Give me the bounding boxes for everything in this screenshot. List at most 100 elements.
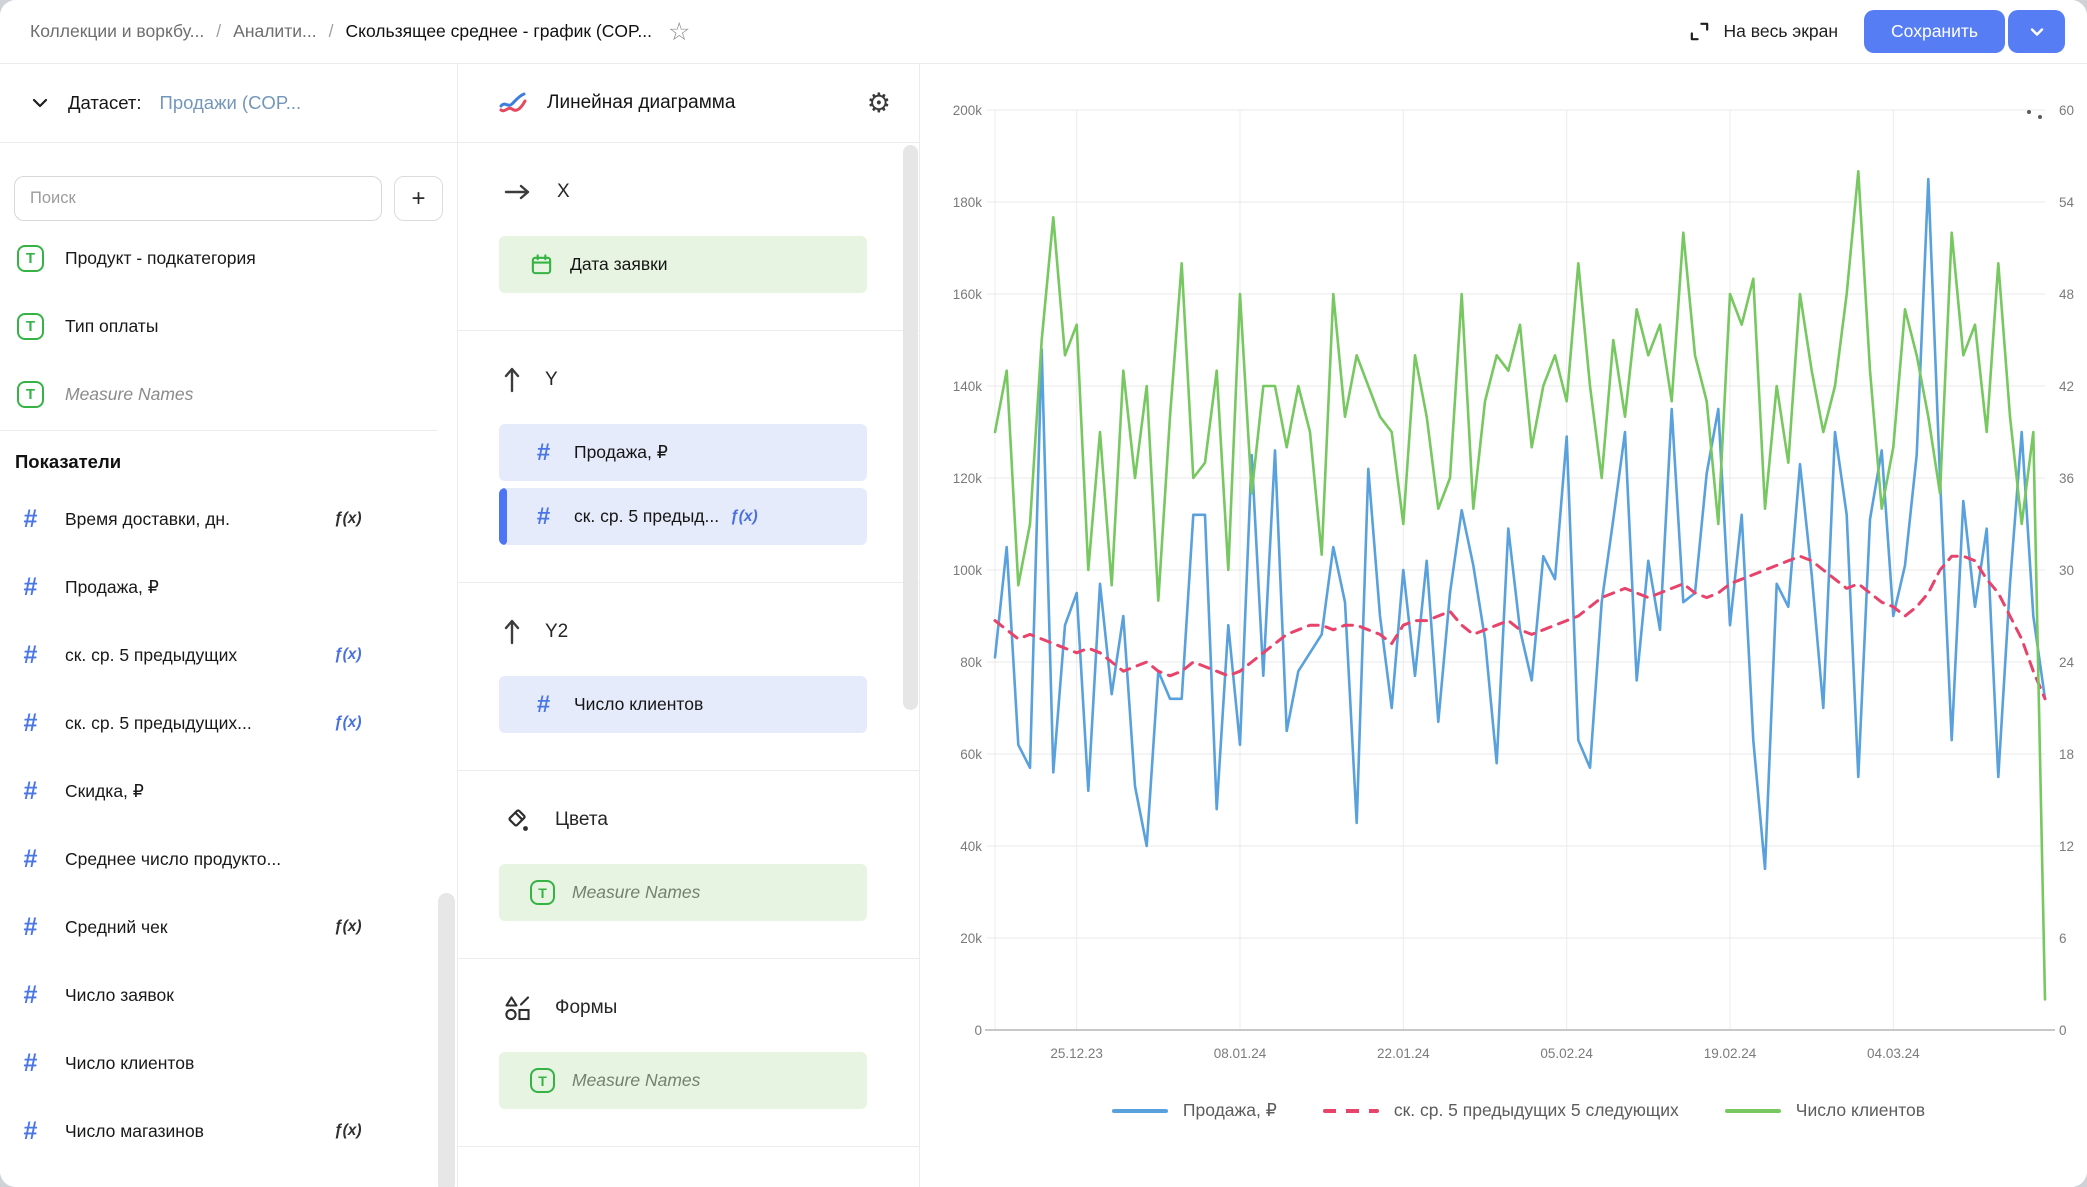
chart-menu-dots[interactable] [2027,104,2047,120]
svg-text:180k: 180k [953,195,983,210]
svg-text:19.02.24: 19.02.24 [1704,1046,1757,1061]
field-label: Продукт - подкатегория [65,248,256,269]
divider [458,1146,919,1147]
section-x-label: X [557,181,570,203]
fullscreen-icon [1688,20,1711,43]
sidebar-measure-item[interactable]: #Число клиентов [0,1029,437,1097]
field-label: Число клиентов [65,1053,194,1074]
svg-text:08.01.24: 08.01.24 [1214,1046,1267,1061]
collapse-chevron-icon[interactable] [30,93,50,113]
sidebar-measure-item[interactable]: #Продажа, ₽ [0,553,437,621]
dataset-row: Датасет: Продажи (COP... [0,64,457,143]
measure-hash-icon: # [17,777,44,806]
config-field-y[interactable]: #ск. ср. 5 предыд...ƒ(x) [499,488,867,545]
svg-text:40k: 40k [960,839,982,854]
svg-text:200k: 200k [953,103,983,118]
chart-config-panel: Линейная диаграмма ⚙ X Дата заявки Y #Пр… [458,64,920,1187]
measure-hash-icon: # [17,1117,44,1146]
formula-icon: ƒ(x) [730,508,758,526]
fullscreen-button[interactable]: На весь экран [1688,20,1839,43]
line-chart[interactable]: 0020k640k1260k1880k24100k30120k36140k421… [920,64,2087,1187]
section-y-fields: #Продажа, ₽ #ск. ср. 5 предыд...ƒ(x) [458,424,919,545]
svg-text:18: 18 [2059,747,2074,762]
svg-text:6: 6 [2059,931,2067,946]
sidebar-measure-item[interactable]: #Время доставки, дн.ƒ(x) [0,485,437,553]
field-label: Время доставки, дн. [65,509,230,530]
breadcrumb-item[interactable]: Аналити... [233,21,316,42]
config-field-shapes[interactable]: TMeasure Names [499,1052,867,1109]
field-label: Measure Names [65,384,193,405]
config-field-colors[interactable]: T Measure Names [499,864,867,921]
field-label: Measure Names [572,1070,700,1091]
legend-label: Число клиентов [1796,1100,1925,1121]
legend-item[interactable]: Продажа, ₽ [1112,1100,1277,1121]
sidebar-scrollbar[interactable] [438,893,455,1187]
formula-icon: ƒ(x) [334,646,362,664]
gear-icon[interactable]: ⚙ [867,90,891,117]
sidebar-measure-item[interactable]: #Среднее число продукто... [0,825,437,893]
breadcrumb-item[interactable]: Скользящее среднее - график (COP... [345,21,652,42]
section-shapes-label: Формы [555,997,617,1019]
measure-hash-icon: # [530,439,557,467]
section-y2-header: Y2 [503,617,919,647]
sidebar-dimension-item[interactable]: TТип оплаты [0,292,437,360]
text-field-icon: T [17,245,44,272]
add-field-button[interactable]: + [394,176,443,221]
sidebar-measure-item[interactable]: #Число магазиновƒ(x) [0,1097,437,1165]
chart-type-label[interactable]: Линейная диаграмма [547,92,735,114]
measure-hash-icon: # [17,981,44,1010]
save-menu-button[interactable] [2008,10,2065,53]
formula-icon: ƒ(x) [334,714,362,732]
favorite-star-icon[interactable]: ☆ [668,19,690,44]
config-scrollbar[interactable] [903,145,918,710]
config-field-x[interactable]: Дата заявки [499,236,867,293]
sidebar-measure-item[interactable]: #ск. ср. 5 предыдущихƒ(x) [0,621,437,689]
save-button[interactable]: Сохранить [1864,10,2005,53]
divider [458,958,919,959]
svg-text:25.12.23: 25.12.23 [1050,1046,1103,1061]
sidebar-measure-item[interactable]: #Число заявок [0,961,437,1029]
svg-text:22.01.24: 22.01.24 [1377,1046,1430,1061]
sidebar-dimension-item[interactable]: T Продукт - подкатегория [0,224,437,292]
sidebar-measure-item[interactable]: #ск. ср. 5 предыдущих...ƒ(x) [0,689,437,757]
measure-hash-icon: # [17,913,44,942]
config-field-y[interactable]: #Продажа, ₽ [499,424,867,481]
svg-text:12: 12 [2059,839,2074,854]
svg-text:0: 0 [2059,1023,2067,1038]
save-split-button: Сохранить [1864,10,2065,53]
config-field-y2[interactable]: #Число клиентов [499,676,867,733]
svg-text:60k: 60k [960,747,982,762]
legend-item[interactable]: Число клиентов [1725,1100,1925,1121]
text-field-icon: T [17,381,44,408]
field-label: ск. ср. 5 предыдущих [65,645,237,666]
svg-text:100k: 100k [953,563,983,578]
text-field-icon: T [530,880,555,905]
legend-line-sample [1323,1109,1379,1113]
sidebar-measure-item[interactable]: #Скидка, ₽ [0,757,437,825]
fullscreen-label: На весь экран [1724,21,1839,42]
sidebar-measure-item[interactable]: #Средний чекƒ(x) [0,893,437,961]
legend-item[interactable]: ск. ср. 5 предыдущих 5 следующих [1323,1100,1679,1121]
svg-text:54: 54 [2059,195,2075,210]
sidebar-dimension-item[interactable]: T Measure Names [0,360,437,428]
svg-text:160k: 160k [953,287,983,302]
field-label: Measure Names [572,882,700,903]
section-y-label: Y [545,369,558,391]
section-colors-label: Цвета [555,809,608,831]
svg-text:80k: 80k [960,655,982,670]
text-field-icon: T [17,313,44,340]
legend-label: ск. ср. 5 предыдущих 5 следующих [1394,1100,1679,1121]
measure-hash-icon: # [17,505,44,534]
dataset-name-link[interactable]: Продажи (COP... [160,92,302,114]
top-bar: Коллекции и воркбу.../Аналити.../Скользя… [0,0,2087,64]
field-label: Среднее число продукто... [65,849,281,870]
field-label: Число магазинов [65,1121,204,1142]
section-x-fields: Дата заявки [458,236,919,293]
search-input[interactable] [14,176,382,221]
svg-text:48: 48 [2059,287,2074,302]
measures-header: Показатели [0,431,437,485]
measure-hash-icon: # [17,573,44,602]
breadcrumb-item[interactable]: Коллекции и воркбу... [30,21,204,42]
legend-line-sample [1112,1109,1168,1113]
svg-text:20k: 20k [960,931,982,946]
